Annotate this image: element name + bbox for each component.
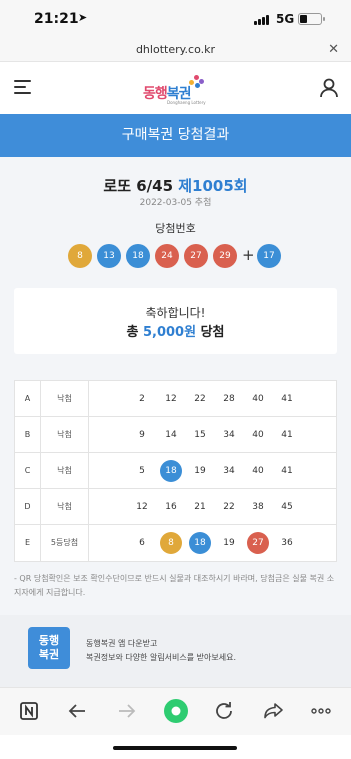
bonus-plus: + (242, 246, 255, 264)
game-id: D (15, 489, 41, 525)
game-result: 낙첨 (41, 453, 89, 489)
game-number: 16 (165, 502, 177, 512)
draw-title: 로또 6/45 제1005회 (0, 175, 351, 196)
game-number: 12 (136, 502, 148, 512)
game-result: 낙첨 (41, 381, 89, 417)
browser-toolbar (0, 687, 351, 735)
game-number: 12 (165, 394, 177, 404)
game-number: 19 (223, 538, 235, 548)
game-number: 28 (223, 394, 235, 404)
game-number: 41 (281, 466, 293, 476)
green-dot-icon[interactable] (163, 698, 189, 724)
url-text[interactable]: dhlottery.co.kr (0, 43, 351, 56)
game-id: A (15, 381, 41, 417)
location-arrow-icon: ➤ (78, 11, 88, 24)
logo-subtitle: Donghaeng Lottery (167, 100, 206, 105)
game-number: 6 (139, 538, 145, 548)
app-promo-text[interactable]: 동행복권 앱 다운받고 복권정보와 다양한 알림서비스를 받아보세요. (86, 637, 236, 665)
table-row: B 낙첨 9 14 15 34 40 41 (15, 417, 336, 453)
game-number: 15 (194, 430, 206, 440)
game-id: C (15, 453, 41, 489)
app-promo-banner[interactable]: 동행 복권 동행복권 앱 다운받고 복권정보와 다양한 알림서비스를 받아보세요… (0, 615, 351, 687)
battery-icon (298, 13, 325, 25)
result-box: 축하합니다! 총 5,000원 당첨 (14, 288, 337, 354)
draw-round: 제1005회 (178, 177, 248, 195)
winning-ball: 18 (126, 244, 150, 268)
game-number: 2 (139, 394, 145, 404)
winning-ball: 8 (68, 244, 92, 268)
game-number: 38 (252, 502, 264, 512)
game-number: 34 (223, 430, 235, 440)
url-bar[interactable]: dhlottery.co.kr ✕ (0, 40, 351, 62)
matched-number: 27 (247, 532, 269, 554)
signal-icon (254, 15, 271, 25)
home-indicator (113, 746, 237, 750)
game-number: 5 (139, 466, 145, 476)
matched-number: 8 (160, 532, 182, 554)
congrats-message: 축하합니다! (145, 306, 206, 320)
game-number: 41 (281, 394, 293, 404)
game-number: 36 (281, 538, 293, 548)
game-number: 14 (165, 430, 177, 440)
game-number: 21 (194, 502, 206, 512)
winning-ball: 27 (184, 244, 208, 268)
game-number: 9 (139, 430, 145, 440)
winning-ball: 24 (155, 244, 179, 268)
game-result: 낙첨 (41, 417, 89, 453)
user-icon[interactable] (319, 78, 339, 98)
share-icon[interactable] (262, 700, 284, 722)
site-logo[interactable]: 동행복권 Donghaeng Lottery (143, 74, 207, 105)
matched-number: 18 (160, 460, 182, 482)
game-id: B (15, 417, 41, 453)
table-row: A 낙첨 2 12 22 28 40 41 (15, 381, 336, 417)
winning-numbers-label: 당첨번호 (155, 222, 196, 235)
app-icon[interactable]: 동행 복권 (28, 627, 70, 669)
close-icon[interactable]: ✕ (328, 42, 339, 57)
game-number: 40 (252, 466, 264, 476)
notice-text: - QR 당첨확인은 보조 확인수단이므로 반드시 실물과 대조하시기 바라며,… (14, 574, 335, 597)
menu-icon[interactable] (14, 80, 31, 94)
logo-mark (187, 74, 207, 88)
game-number: 34 (223, 466, 235, 476)
table-row: C 낙첨 5 18 19 34 40 41 (15, 453, 336, 489)
game-result: 낙첨 (41, 489, 89, 525)
prize-summary: 총 5,000원 당첨 (126, 325, 225, 340)
matched-number: 18 (189, 532, 211, 554)
refresh-icon[interactable] (213, 700, 235, 722)
game-number: 40 (252, 394, 264, 404)
winning-ball: 13 (97, 244, 121, 268)
winning-ball: 29 (213, 244, 237, 268)
table-row: E 5등당첨 6 8 18 19 27 36 (15, 525, 336, 561)
game-name: 로또 6/45 (103, 177, 174, 195)
prize-amount: 5,000원 (142, 325, 197, 340)
naver-home-icon[interactable] (18, 700, 40, 722)
bonus-ball: 17 (257, 244, 281, 268)
forward-arrow-icon[interactable] (116, 700, 138, 722)
game-number: 22 (223, 502, 235, 512)
draw-date: 2022-03-05 추첨 (139, 198, 212, 208)
game-result: 5등당첨 (41, 525, 89, 561)
game-number: 45 (281, 502, 293, 512)
game-number: 22 (194, 394, 206, 404)
back-arrow-icon[interactable] (66, 700, 88, 722)
more-icon[interactable] (310, 700, 332, 722)
game-number: 41 (281, 430, 293, 440)
game-id: E (15, 525, 41, 561)
site-header: 동행복권 Donghaeng Lottery (0, 62, 351, 114)
game-number: 40 (252, 430, 264, 440)
results-table: A 낙첨 2 12 22 28 40 41 B 낙첨 9 14 15 34 40 41 C 낙첨 5 18 19 34 40… (14, 380, 337, 562)
table-row: D 낙첨 12 16 21 22 38 45 (15, 489, 336, 525)
status-time: 21:21 (34, 11, 79, 27)
network-type: 5G (276, 12, 295, 26)
page-title: 구매복권 당첨결과 (0, 114, 351, 157)
status-bar: 21:21 ➤ 5G (0, 0, 351, 40)
game-number: 19 (194, 466, 206, 476)
